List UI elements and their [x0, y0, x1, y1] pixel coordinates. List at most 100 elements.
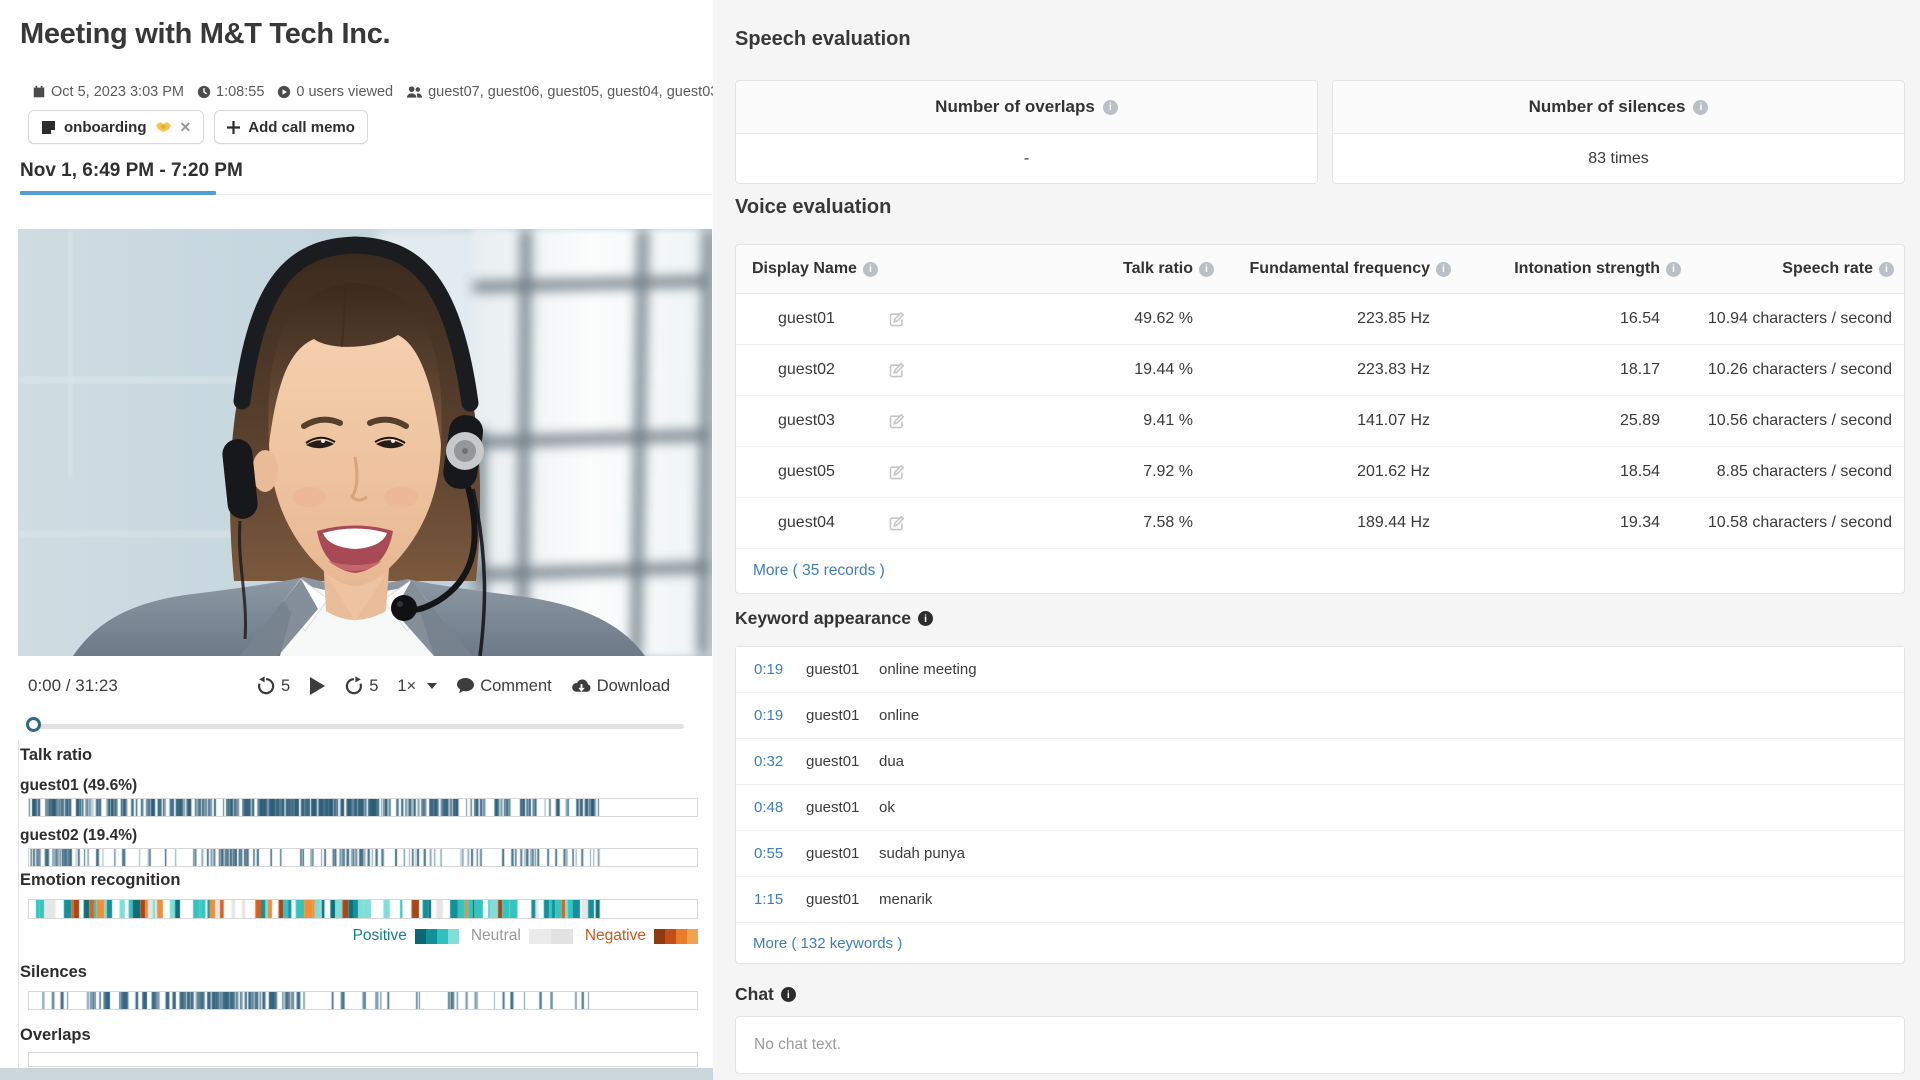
meta-views-text: 0 users viewed — [296, 84, 393, 100]
col-talk-ratio-label: Talk ratio — [1123, 260, 1193, 278]
speaker2-waveform — [29, 849, 697, 866]
keyword-timestamp-link[interactable]: 0:48 — [754, 785, 783, 830]
intonation-value: 25.89 — [1620, 396, 1660, 446]
clock-icon — [197, 85, 211, 99]
keyword-row: 0:19 guest01 online meeting — [736, 647, 1904, 693]
overlaps-stat-label: Number of overlaps — [935, 97, 1095, 117]
info-icon[interactable]: i — [1693, 100, 1708, 115]
emotion-legend: Positive Neutral Negative — [0, 927, 698, 945]
keyword-speaker: guest01 — [806, 831, 859, 876]
keyword-timestamp-link[interactable]: 0:55 — [754, 831, 783, 876]
legend-item-positive: Positive — [353, 927, 459, 945]
table-row: guest04 7.58 % 189.44 Hz 19.34 10.58 cha… — [736, 498, 1904, 549]
call-tag-chip[interactable]: onboarding ✕ — [28, 110, 204, 144]
chat-title: Chat i — [735, 984, 796, 1005]
add-call-memo-button[interactable]: Add call memo — [214, 110, 368, 144]
users-icon — [406, 85, 423, 99]
meta-duration: 1:08:55 — [197, 84, 264, 100]
meta-views: 0 users viewed — [277, 84, 393, 100]
edit-icon[interactable] — [888, 345, 905, 395]
rewind-5-button[interactable]: 5 — [256, 676, 290, 696]
col-intonation-label: Intonation strength — [1514, 260, 1660, 278]
intonation-value: 18.17 — [1620, 345, 1660, 395]
speech-rate-value: 10.56 characters / second — [1708, 396, 1892, 446]
col-display-name: Display Namei — [752, 245, 878, 293]
timeline-axis — [18, 740, 19, 1068]
play-button[interactable] — [309, 677, 325, 695]
info-icon-dark[interactable]: i — [781, 987, 796, 1002]
comment-button[interactable]: Comment — [456, 677, 552, 696]
time-display: 0:00 / 31:23 — [28, 676, 118, 696]
keyword-speaker: guest01 — [806, 647, 859, 692]
legend-swatch-2 — [654, 929, 698, 944]
info-icon-dark[interactable]: i — [918, 611, 933, 626]
playback-speed-button[interactable]: 1× — [397, 677, 437, 696]
more-keywords-link[interactable]: More ( 132 keywords ) — [753, 935, 902, 952]
rewind-icon — [256, 676, 276, 696]
meta-date-text: Oct 5, 2023 3:03 PM — [51, 84, 184, 100]
comment-label: Comment — [480, 677, 552, 696]
meta-duration-text: 1:08:55 — [216, 84, 264, 100]
call-tag-label: onboarding — [64, 119, 147, 136]
video-player[interactable] — [18, 229, 712, 656]
edit-icon[interactable] — [888, 396, 905, 446]
memo-tag-icon — [41, 120, 56, 135]
forward-amount: 5 — [369, 677, 378, 696]
bottom-band — [0, 1068, 713, 1080]
overlaps-track — [28, 1052, 698, 1067]
legend-item-neutral: Neutral — [471, 927, 573, 945]
edit-icon[interactable] — [888, 498, 905, 548]
keyword-row: 0:19 guest01 online — [736, 693, 1904, 739]
info-icon[interactable]: i — [1103, 100, 1118, 115]
keyword-timestamp-link[interactable]: 0:19 — [754, 647, 783, 692]
info-icon[interactable]: i — [1879, 262, 1894, 277]
legend-label-1: Neutral — [471, 927, 521, 945]
speech-rate-value: 10.58 characters / second — [1708, 498, 1892, 548]
overlaps-stat-card: Number of overlaps i - — [735, 80, 1318, 184]
talk-ratio-value: 9.41 % — [1143, 396, 1193, 446]
handshake-emoji — [155, 120, 172, 134]
frequency-value: 223.83 Hz — [1357, 345, 1430, 395]
page-title: Meeting with M&T Tech Inc. — [20, 18, 390, 51]
info-icon[interactable]: i — [1199, 262, 1214, 277]
chat-label: Chat — [735, 984, 774, 1005]
voice-evaluation-title: Voice evaluation — [735, 196, 891, 219]
col-intonation: Intonation strength i — [1514, 245, 1681, 293]
keyword-row: 0:55 guest01 sudah punya — [736, 831, 1904, 877]
table-row: guest03 9.41 % 141.07 Hz 25.89 10.56 cha… — [736, 396, 1904, 447]
info-icon[interactable]: i — [1666, 262, 1681, 277]
talk-ratio-title: Talk ratio — [20, 746, 92, 765]
ear — [252, 450, 278, 492]
seek-slider-handle[interactable] — [26, 717, 41, 732]
emotion-track — [28, 899, 698, 919]
edit-icon[interactable] — [888, 294, 905, 344]
col-talk-ratio: Talk ratio i — [1123, 245, 1214, 293]
keyword-speaker: guest01 — [806, 693, 859, 738]
keyword-list: 0:19 guest01 online meeting 0:19 guest01… — [735, 646, 1905, 964]
keyword-text: ok — [879, 785, 895, 830]
keyword-appearance-label: Keyword appearance — [735, 608, 911, 629]
keyword-text: sudah punya — [879, 831, 965, 876]
info-icon[interactable]: i — [863, 262, 878, 277]
remove-tag-button[interactable]: ✕ — [180, 119, 192, 136]
intonation-value: 18.54 — [1620, 447, 1660, 497]
speaker1-waveform — [29, 799, 697, 816]
more-records-link[interactable]: More ( 35 records ) — [753, 562, 885, 580]
edit-icon[interactable] — [888, 447, 905, 497]
silences-stat-value: 83 times — [1333, 134, 1904, 184]
keyword-speaker: guest01 — [806, 739, 859, 784]
silences-waveform — [29, 992, 697, 1009]
voice-more-row: More ( 35 records ) — [736, 549, 1904, 593]
session-tab[interactable]: Nov 1, 6:49 PM - 7:20 PM — [20, 160, 243, 182]
emotion-heatmap — [29, 900, 697, 918]
keyword-timestamp-link[interactable]: 0:32 — [754, 739, 783, 784]
seek-slider-track[interactable] — [28, 724, 684, 729]
download-button[interactable]: Download — [571, 677, 670, 696]
forward-icon — [344, 676, 364, 696]
legend-swatch-0 — [415, 929, 459, 944]
keyword-timestamp-link[interactable]: 1:15 — [754, 877, 783, 922]
player-controls: 0:00 / 31:23 5 5 1× Comment — [28, 670, 704, 702]
info-icon[interactable]: i — [1436, 262, 1451, 277]
keyword-timestamp-link[interactable]: 0:19 — [754, 693, 783, 738]
forward-5-button[interactable]: 5 — [344, 676, 378, 696]
